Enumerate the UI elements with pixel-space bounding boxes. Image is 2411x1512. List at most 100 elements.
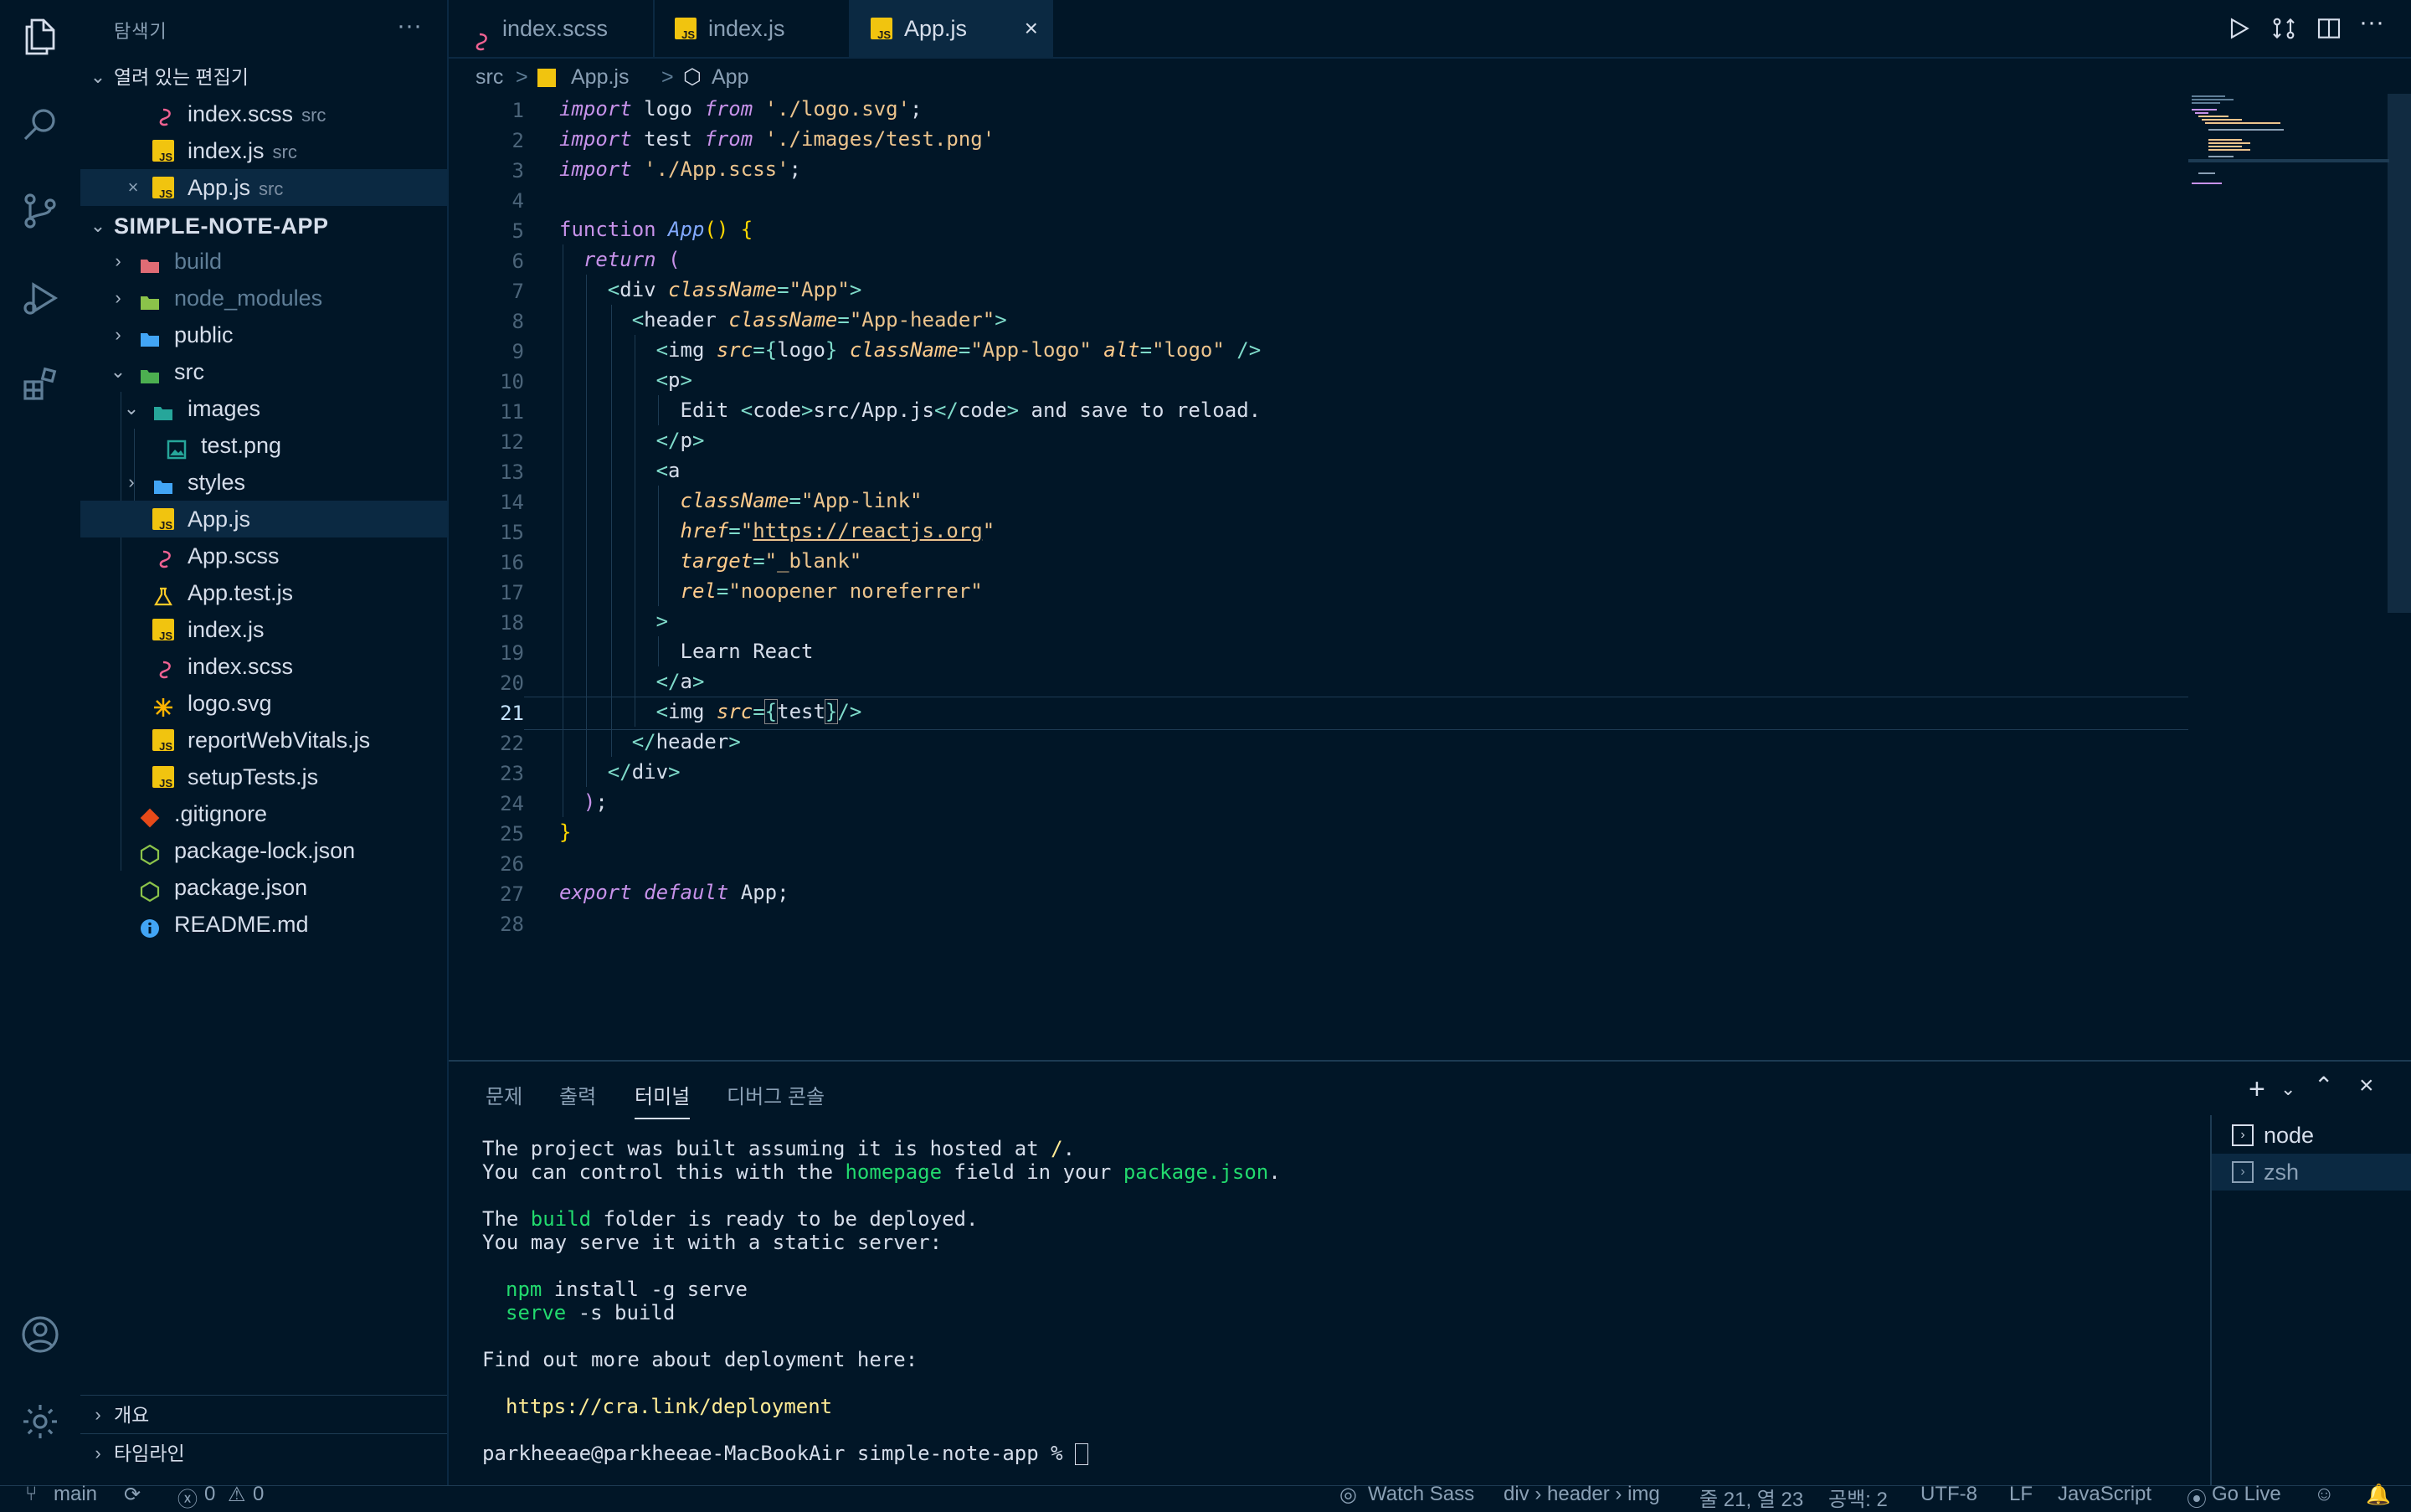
- line-number[interactable]: 21: [457, 702, 524, 725]
- tree-item-test-png[interactable]: test.png: [80, 427, 447, 464]
- tree-item-report-web-vitals[interactable]: JS reportWebVitals.js: [80, 722, 447, 759]
- line-number[interactable]: 27: [457, 882, 524, 906]
- indentation[interactable]: 공백: 2: [1828, 1483, 1888, 1512]
- open-editor-item[interactable]: JS index.js src: [80, 132, 447, 169]
- line-number[interactable]: 8: [457, 310, 524, 333]
- warning-count[interactable]: 0: [253, 1483, 264, 1506]
- close-panel-icon[interactable]: ×: [2359, 1072, 2374, 1100]
- line-number[interactable]: 18: [457, 611, 524, 635]
- tree-item-readme[interactable]: README.md: [80, 906, 447, 943]
- timeline-section[interactable]: › 타임라인: [80, 1435, 447, 1472]
- line-number[interactable]: 22: [457, 732, 524, 755]
- line-number[interactable]: 19: [457, 641, 524, 665]
- new-terminal-icon[interactable]: +: [2249, 1073, 2265, 1106]
- split-editor-icon[interactable]: [2316, 15, 2342, 42]
- project-header[interactable]: ⌄ SIMPLE-NOTE-APP: [80, 208, 447, 244]
- extensions-icon[interactable]: [20, 365, 60, 405]
- tree-item-gitignore[interactable]: .gitignore: [80, 795, 447, 832]
- line-number[interactable]: 24: [457, 792, 524, 815]
- tree-item-styles[interactable]: › styles: [80, 464, 447, 501]
- terminal-prompt[interactable]: parkheeae@parkheeae-MacBookAir simple-no…: [482, 1442, 1089, 1465]
- tree-item-public[interactable]: › public: [80, 316, 447, 353]
- tree-item-app-test-js[interactable]: App.test.js: [80, 574, 447, 611]
- line-number[interactable]: 9: [457, 340, 524, 363]
- search-icon[interactable]: [20, 104, 60, 144]
- line-number[interactable]: 11: [457, 400, 524, 424]
- open-editors-header[interactable]: ⌄ 열려 있는 편집기: [80, 59, 447, 95]
- line-number[interactable]: 3: [457, 159, 524, 183]
- cursor-position[interactable]: 줄 21, 열 23: [1699, 1483, 1803, 1512]
- tree-item-app-scss[interactable]: App.scss: [80, 537, 447, 574]
- breadcrumb-folder[interactable]: src: [476, 60, 503, 94]
- tree-item-index-js[interactable]: JS index.js: [80, 611, 447, 648]
- source-control-icon[interactable]: [20, 191, 60, 231]
- line-number[interactable]: 20: [457, 671, 524, 695]
- sync-icon[interactable]: ⟳: [124, 1483, 141, 1507]
- line-number[interactable]: 4: [457, 189, 524, 213]
- error-count[interactable]: 0: [204, 1483, 215, 1506]
- maximize-panel-icon[interactable]: ⌃: [2314, 1072, 2333, 1099]
- line-number[interactable]: 13: [457, 460, 524, 484]
- tree-item-setup-tests[interactable]: JS setupTests.js: [80, 759, 447, 795]
- tab-index-scss[interactable]: index.scss: [449, 0, 655, 57]
- account-icon[interactable]: [20, 1314, 60, 1355]
- line-number[interactable]: 25: [457, 822, 524, 846]
- outline-section[interactable]: › 개요: [80, 1396, 447, 1433]
- line-number[interactable]: 12: [457, 430, 524, 454]
- tree-item-node-modules[interactable]: › node_modules: [80, 280, 447, 316]
- line-number[interactable]: 5: [457, 219, 524, 243]
- gear-icon[interactable]: [20, 1401, 60, 1442]
- minimap[interactable]: [2188, 94, 2389, 219]
- tab-index-js[interactable]: JS index.js: [655, 0, 851, 57]
- tab-app-js[interactable]: JS App.js ×: [851, 0, 1053, 57]
- tree-item-package-lock[interactable]: package-lock.json: [80, 832, 447, 869]
- chevron-down-icon[interactable]: ⌄: [2280, 1078, 2295, 1100]
- editor-scrollbar[interactable]: [2388, 94, 2411, 613]
- tree-item-index-scss[interactable]: index.scss: [80, 648, 447, 685]
- tree-item-app-js[interactable]: JS App.js: [80, 501, 447, 537]
- line-number[interactable]: 10: [457, 370, 524, 393]
- line-number[interactable]: 2: [457, 129, 524, 152]
- tab-problems[interactable]: 문제: [486, 1080, 522, 1109]
- terminal-zsh[interactable]: › zsh: [2212, 1154, 2411, 1191]
- line-number[interactable]: 6: [457, 249, 524, 273]
- breadcrumb-file[interactable]: App.js: [571, 60, 629, 94]
- bell-icon[interactable]: 🔔: [2366, 1483, 2391, 1507]
- line-number[interactable]: 14: [457, 491, 524, 514]
- more-actions-icon[interactable]: ···: [397, 12, 422, 40]
- line-number[interactable]: 7: [457, 280, 524, 303]
- breadcrumb-symbol[interactable]: App: [712, 60, 748, 94]
- line-number[interactable]: 15: [457, 521, 524, 544]
- line-number[interactable]: 28: [457, 913, 524, 936]
- terminal-link[interactable]: https://cra.link/deployment: [506, 1395, 832, 1418]
- terminal-node[interactable]: › node: [2212, 1117, 2411, 1154]
- explorer-icon[interactable]: [20, 17, 60, 57]
- run-icon[interactable]: [2225, 15, 2252, 42]
- tab-debug-console[interactable]: 디버그 콘솔: [727, 1080, 825, 1109]
- watch-sass-button[interactable]: Watch Sass: [1368, 1483, 1474, 1506]
- tab-output[interactable]: 출력: [559, 1080, 596, 1109]
- tree-item-package-json[interactable]: package.json: [80, 869, 447, 906]
- tree-item-images[interactable]: ⌄ images: [80, 390, 447, 427]
- line-number[interactable]: 23: [457, 762, 524, 785]
- encoding[interactable]: UTF-8: [1920, 1483, 1977, 1506]
- run-debug-icon[interactable]: [20, 278, 60, 318]
- line-number[interactable]: 17: [457, 581, 524, 604]
- line-number[interactable]: 26: [457, 852, 524, 876]
- language-mode[interactable]: JavaScript: [2058, 1483, 2151, 1506]
- tree-item-build[interactable]: › build: [80, 243, 447, 280]
- go-live-button[interactable]: Go Live: [2212, 1483, 2281, 1506]
- tree-item-src[interactable]: ⌄ src: [80, 353, 447, 390]
- compare-changes-icon[interactable]: [2270, 15, 2297, 42]
- open-editor-item[interactable]: × JS App.js src: [80, 169, 447, 206]
- line-number[interactable]: 1: [457, 99, 524, 122]
- tree-item-logo-svg[interactable]: logo.svg: [80, 685, 447, 722]
- open-editor-item[interactable]: index.scss src: [80, 95, 447, 132]
- line-number[interactable]: 16: [457, 551, 524, 574]
- tab-terminal[interactable]: 터미널: [635, 1080, 691, 1119]
- more-actions-icon[interactable]: ···: [2359, 8, 2384, 37]
- end-of-line[interactable]: LF: [2009, 1483, 2033, 1506]
- branch-name[interactable]: main: [54, 1483, 97, 1506]
- feedback-icon[interactable]: ☺: [2314, 1483, 2335, 1506]
- close-icon[interactable]: ×: [124, 169, 142, 206]
